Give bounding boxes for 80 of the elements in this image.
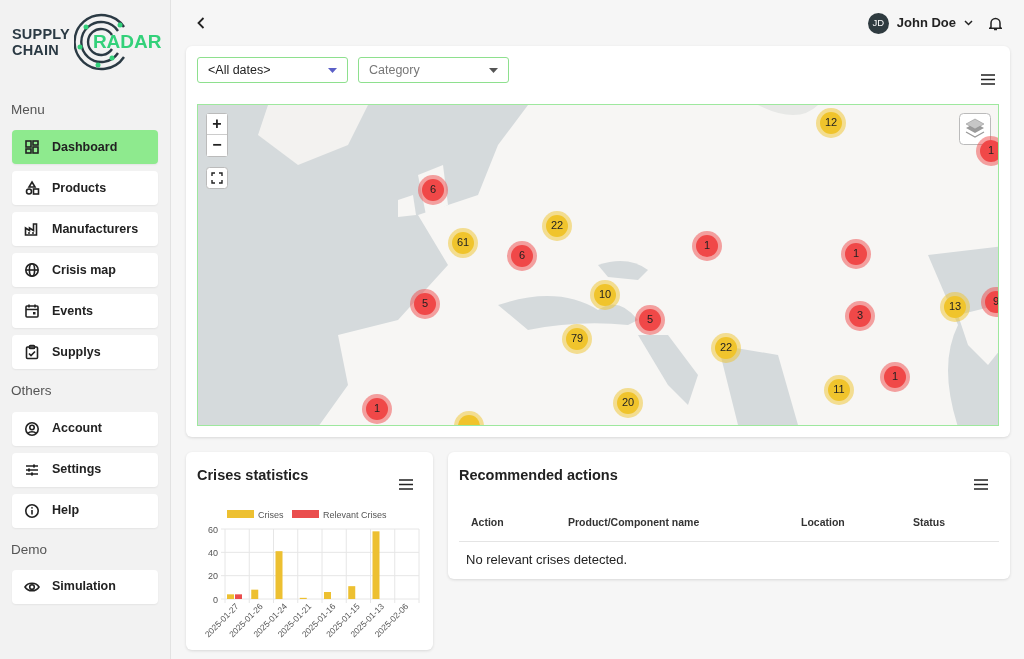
column-header: Product/Component name — [567, 515, 701, 528]
sidebar-item[interactable]: Simulation — [12, 569, 158, 604]
cluster-marker[interactable]: 79 — [562, 323, 592, 354]
sidebar-item[interactable]: Products — [12, 171, 158, 206]
cluster-marker[interactable]: 6 — [418, 174, 448, 205]
cluster-marker[interactable]: 5 — [635, 304, 665, 335]
y-axis-label: 0 — [213, 594, 218, 605]
caret-icon — [964, 20, 973, 26]
cluster-marker[interactable]: 1 — [976, 135, 998, 166]
calendar-icon — [24, 303, 40, 320]
logo-text: SUPPLY — [12, 26, 70, 42]
cluster-marker[interactable]: 10 — [590, 279, 620, 310]
cluster-marker[interactable]: 61 — [448, 227, 478, 258]
sidebar-item[interactable]: Supplys — [12, 335, 158, 370]
cluster-marker[interactable]: 12 — [816, 107, 846, 138]
zoom-in-button[interactable]: + — [207, 113, 227, 135]
logo-text: RADAR — [92, 29, 162, 54]
bar — [324, 592, 331, 599]
legend-swatch — [292, 510, 319, 518]
cluster-marker[interactable]: 1 — [362, 393, 392, 424]
menu-icon[interactable] — [981, 74, 995, 86]
card-title: Crises statistics — [197, 465, 309, 485]
y-axis-label: 40 — [208, 547, 218, 558]
user-menu[interactable]: JD John Doe — [867, 12, 973, 34]
empty-message: No relevant crises detected. — [466, 552, 628, 567]
legend-label: Relevant Crises — [323, 509, 387, 520]
sidebar-item[interactable]: Events — [12, 294, 158, 329]
cluster-marker[interactable]: 22 — [711, 332, 741, 363]
column-header: Location — [800, 515, 846, 528]
cluster-marker[interactable]: 9 — [981, 286, 998, 317]
avatar: JD — [867, 12, 889, 34]
cluster-marker[interactable]: 22 — [542, 210, 572, 241]
card-title: Recommended actions — [459, 465, 618, 485]
cluster-marker[interactable]: 1 — [880, 361, 910, 392]
sidebar-item[interactable]: Dashboard — [12, 130, 158, 165]
date-filter-select[interactable]: <All dates> — [197, 57, 348, 83]
fullscreen-button[interactable] — [206, 166, 228, 189]
bar — [348, 586, 356, 599]
shapes-icon — [24, 180, 40, 197]
dashboard-icon — [24, 139, 40, 156]
info-icon — [24, 502, 40, 519]
cluster-marker[interactable]: 20 — [613, 387, 643, 418]
legend-label: Crises — [258, 509, 284, 520]
globe-icon — [24, 262, 40, 279]
bar — [372, 531, 380, 599]
menu-icon[interactable] — [974, 478, 988, 490]
account-icon — [24, 420, 40, 437]
caret-icon — [489, 67, 498, 73]
clipboard-check-icon — [24, 344, 40, 361]
y-axis-label: 60 — [208, 524, 218, 535]
sidebar-item[interactable]: Help — [12, 493, 158, 528]
factory-icon — [24, 221, 40, 238]
cluster-marker[interactable]: 5 — [410, 288, 440, 319]
cluster-marker[interactable]: 13 — [940, 291, 970, 322]
y-axis-label: 20 — [208, 571, 218, 582]
cluster-marker[interactable]: 11 — [824, 374, 854, 405]
layers-button[interactable] — [959, 112, 991, 145]
bar — [251, 589, 259, 599]
section-title: Demo — [11, 540, 48, 559]
column-header: Status — [912, 515, 947, 528]
menu-icon[interactable] — [399, 478, 413, 490]
sidebar-item[interactable]: Account — [12, 411, 158, 446]
notification-bell-icon[interactable] — [989, 15, 1002, 31]
cluster-marker[interactable]: 6 — [507, 240, 537, 271]
back-icon[interactable] — [197, 17, 205, 29]
bar — [275, 551, 283, 599]
sidebar-item[interactable]: Manufacturers — [12, 212, 158, 247]
logo-text: CHAIN — [12, 42, 60, 58]
caret-icon — [328, 67, 337, 73]
column-header: Action — [470, 515, 505, 528]
category-select[interactable]: Category — [358, 57, 509, 83]
sidebar-item[interactable]: Crisis map — [12, 253, 158, 288]
section-title: Menu — [11, 101, 46, 119]
sidebar-item[interactable]: Settings — [12, 452, 158, 487]
cluster-marker[interactable]: 3 — [845, 300, 875, 331]
section-title: Others — [11, 382, 53, 401]
cluster-marker[interactable]: 1 — [841, 238, 871, 269]
cluster-marker[interactable]: 1 — [692, 230, 722, 261]
user-name: John Doe — [896, 14, 956, 33]
legend-swatch — [227, 510, 254, 518]
